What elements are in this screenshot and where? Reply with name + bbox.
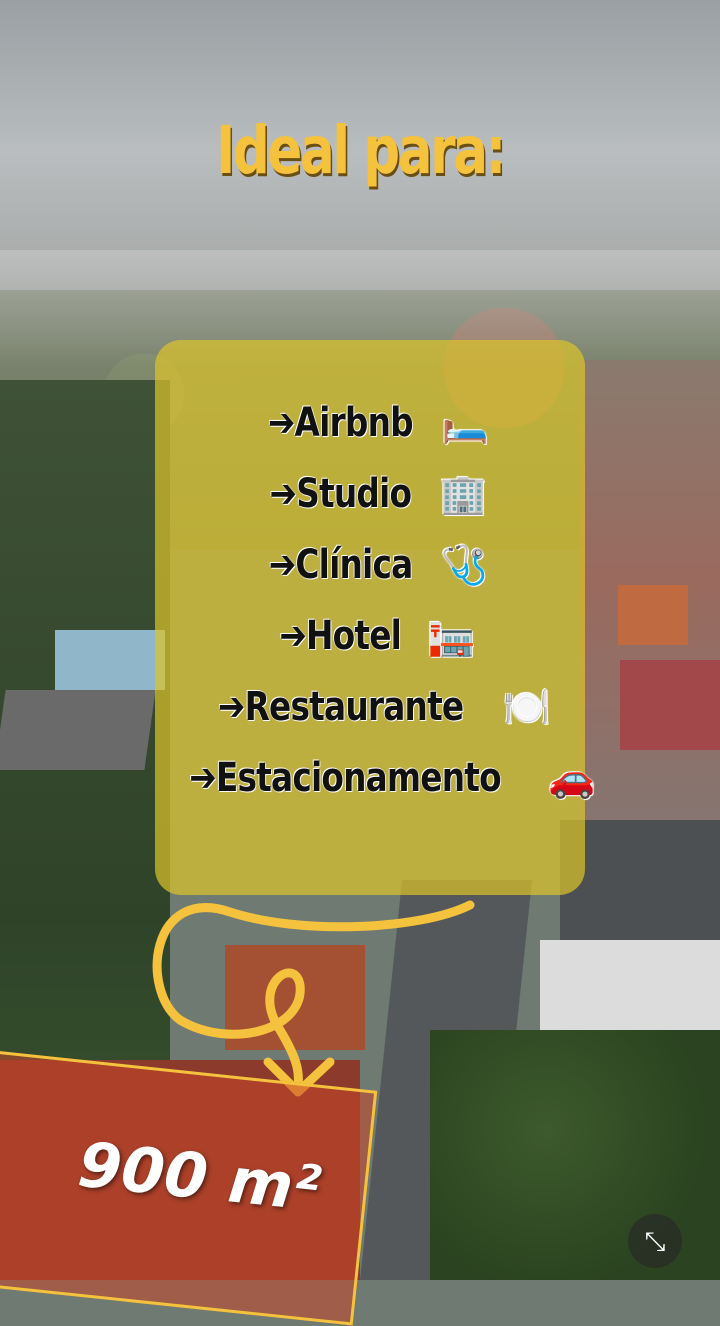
car-icon: 🚗 bbox=[547, 756, 595, 800]
collapse-icon[interactable]: ⤡ bbox=[628, 1214, 682, 1268]
plate-cutlery-icon: 🍽️ bbox=[502, 685, 550, 729]
item-label: ➔Airbnb bbox=[267, 400, 414, 446]
red-roof bbox=[620, 660, 720, 750]
gray-shed bbox=[0, 690, 156, 770]
list-item: ➔Airbnb 🛏️ bbox=[155, 388, 585, 459]
item-label: ➔Hotel bbox=[279, 613, 403, 659]
orange-roof bbox=[618, 585, 688, 645]
item-label: ➔Estacionamento bbox=[189, 755, 501, 801]
uses-list: ➔Airbnb 🛏️ ➔Studio 🏢 ➔Clínica 🩺 ➔Hotel 🏣… bbox=[155, 388, 595, 814]
office-building-icon: 🏢 bbox=[439, 472, 487, 516]
tiled-roof-house bbox=[225, 945, 365, 1050]
list-item: ➔Estacionamento 🚗 bbox=[155, 743, 595, 814]
blue-building bbox=[55, 630, 165, 690]
item-label: ➔Studio bbox=[269, 471, 412, 517]
page-title: Ideal para: bbox=[216, 112, 506, 189]
bed-icon: 🛏️ bbox=[441, 401, 489, 445]
post-office-icon: 🏣 bbox=[427, 614, 475, 658]
item-label: ➔Clínica bbox=[268, 542, 413, 588]
list-item: ➔Studio 🏢 bbox=[155, 459, 585, 530]
list-item: ➔Restaurante 🍽️ bbox=[155, 672, 585, 743]
stethoscope-icon: 🩺 bbox=[440, 543, 488, 587]
list-item: ➔Clínica 🩺 bbox=[155, 530, 585, 601]
list-item: ➔Hotel 🏣 bbox=[155, 601, 585, 672]
item-label: ➔Restaurante bbox=[217, 684, 464, 730]
